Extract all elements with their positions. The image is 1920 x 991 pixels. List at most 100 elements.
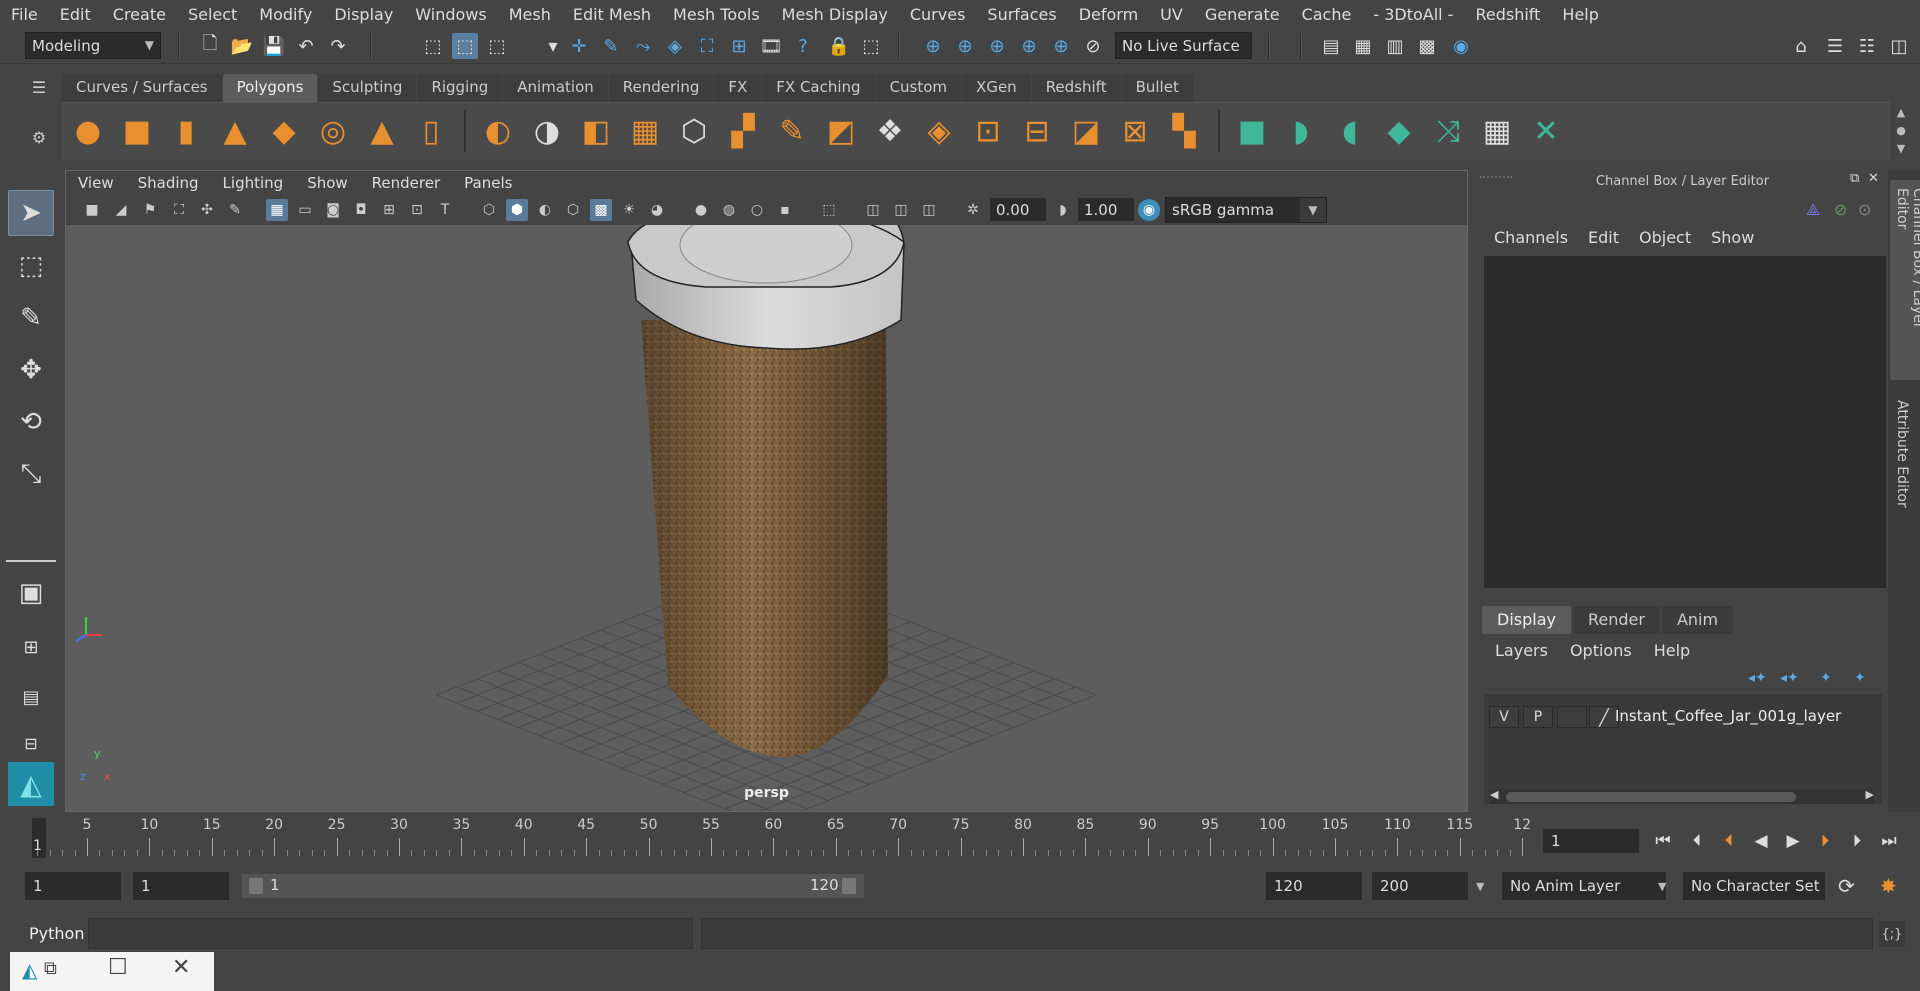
shelf-menu-icon[interactable]: ☰ xyxy=(27,78,51,102)
restore-icon[interactable]: ⧉ xyxy=(44,958,57,979)
magnet-icon[interactable]: ⊕ xyxy=(920,33,946,59)
viewport-menu-renderer[interactable]: Renderer xyxy=(360,174,452,192)
depth-of-field-icon[interactable]: ▪ xyxy=(774,199,796,221)
snap-curve-icon[interactable]: ✎ xyxy=(598,33,624,59)
layer-tab-anim[interactable]: Anim xyxy=(1661,606,1734,634)
safe-title-icon[interactable]: T xyxy=(434,199,456,221)
manipulator-icon[interactable]: ⟁ xyxy=(1806,200,1820,220)
channelbox-icon[interactable]: ◫ xyxy=(1886,33,1912,59)
layer-name[interactable]: Instant_Coffee_Jar_001g_layer xyxy=(1615,707,1841,725)
xray-components-icon[interactable]: ◫ xyxy=(918,199,940,221)
grease-pencil-icon[interactable]: ✎ xyxy=(224,199,246,221)
viewport-menu-show[interactable]: Show xyxy=(295,174,359,192)
menu-edit[interactable]: Edit xyxy=(49,5,102,24)
menu-uv[interactable]: UV xyxy=(1149,5,1194,24)
menu-surfaces[interactable]: Surfaces xyxy=(976,5,1067,24)
menu-mesh-display[interactable]: Mesh Display xyxy=(771,5,899,24)
step-back-icon[interactable]: ⏴ xyxy=(1684,828,1710,854)
3d-viewport[interactable] xyxy=(66,206,1467,826)
menu-edit-mesh[interactable]: Edit Mesh xyxy=(562,5,662,24)
poly-cone-icon[interactable]: ▲ xyxy=(215,110,255,152)
layer-menu-help[interactable]: Help xyxy=(1643,641,1701,660)
play-backwards-icon[interactable]: ◀ xyxy=(1748,828,1774,854)
exposure-field[interactable]: 0.00 xyxy=(990,198,1046,221)
snap-polygon-icon[interactable]: ⊕ xyxy=(1048,33,1074,59)
channel-box-area[interactable] xyxy=(1484,256,1886,588)
screen-space-ao-icon[interactable]: ● xyxy=(690,199,712,221)
select-highlight-icon[interactable]: ⬚ xyxy=(858,33,884,59)
layout-toggle-icon[interactable]: ⊟ xyxy=(8,720,54,766)
range-start-handle[interactable] xyxy=(249,878,263,894)
layer-menu-layers[interactable]: Layers xyxy=(1484,641,1559,660)
side-tab-attribute-editor[interactable]: Attribute Editor xyxy=(1890,392,1914,522)
anim-layer-select[interactable]: No Anim Layer xyxy=(1502,872,1666,900)
menu-deform[interactable]: Deform xyxy=(1068,5,1149,24)
range-slider[interactable] xyxy=(242,874,864,898)
menu-generate[interactable]: Generate xyxy=(1194,5,1291,24)
wireframe-on-shaded-icon[interactable]: ⬡ xyxy=(562,199,584,221)
play-forwards-icon[interactable]: ▶ xyxy=(1780,828,1806,854)
new-layer-selected-icon[interactable]: ✦ xyxy=(1854,670,1866,686)
new-empty-layer-icon[interactable]: ✦ xyxy=(1820,670,1832,686)
offset-edge-loop-icon[interactable]: ◪ xyxy=(1066,110,1106,152)
auto-key-icon[interactable]: ⟳ xyxy=(1838,872,1855,900)
camera-icon[interactable]: ■ xyxy=(81,199,103,221)
command-input[interactable] xyxy=(88,918,693,949)
poly-sphere-icon[interactable]: ● xyxy=(68,110,108,152)
gamma-field[interactable]: 1.00 xyxy=(1078,198,1134,221)
poly-pyramid-icon[interactable]: ▲ xyxy=(362,110,402,152)
playback-end-field[interactable]: 120 xyxy=(1266,872,1362,900)
bookmark-icon[interactable]: ⚑ xyxy=(139,199,161,221)
close-icon[interactable]: ✕ xyxy=(172,955,190,980)
workspace-icon[interactable]: ⌂ xyxy=(1788,33,1814,59)
mode-selector[interactable]: Modeling ▼ xyxy=(25,32,161,59)
shelf-tab-xgen[interactable]: XGen xyxy=(962,74,1031,102)
shelf-tab-custom[interactable]: Custom xyxy=(875,74,962,102)
channel-box-menu-channels[interactable]: Channels xyxy=(1484,228,1578,247)
smooth-icon[interactable]: ▦ xyxy=(625,110,665,152)
four-view-layout-icon[interactable]: ⊞ xyxy=(8,624,54,670)
bridge-icon[interactable]: ❖ xyxy=(870,110,910,152)
shelf-tab-curves-surfaces[interactable]: Curves / Surfaces xyxy=(62,74,222,102)
chevron-down-icon[interactable]: ▼ xyxy=(1476,872,1490,900)
target-weld-icon[interactable]: ⊠ xyxy=(1115,110,1155,152)
layer-display-type-toggle[interactable] xyxy=(1557,706,1587,728)
shadows-icon[interactable]: ◕ xyxy=(646,199,668,221)
xray-icon[interactable]: ◫ xyxy=(862,199,884,221)
toolsettings-icon[interactable]: ☷ xyxy=(1854,33,1880,59)
script-language-toggle[interactable]: Python xyxy=(29,924,84,943)
extrude-icon[interactable]: ◩ xyxy=(821,110,861,152)
redo-icon[interactable]: ↷ xyxy=(325,33,351,59)
character-set-select[interactable]: No Character Set xyxy=(1683,872,1825,900)
select-object-icon[interactable]: ⬚ xyxy=(452,33,478,59)
wireframe-icon[interactable]: ⬡ xyxy=(478,199,500,221)
textured-icon[interactable]: ▩ xyxy=(590,199,612,221)
snap-view-plane-icon[interactable]: ◈ xyxy=(662,33,688,59)
select-tool-arrow-icon[interactable]: ➤ xyxy=(8,190,54,236)
safe-action-icon[interactable]: ⊡ xyxy=(406,199,428,221)
menu-create[interactable]: Create xyxy=(102,5,177,24)
shelf-tab-polygons[interactable]: Polygons xyxy=(222,74,318,102)
viewport-menu-view[interactable]: View xyxy=(66,174,126,192)
channel-box-menu-edit[interactable]: Edit xyxy=(1578,228,1629,247)
field-chart-icon[interactable]: ⊞ xyxy=(378,199,400,221)
float-window-icon[interactable]: ⧉ xyxy=(1850,171,1866,187)
save-scene-icon[interactable]: 💾 xyxy=(261,33,287,59)
move-tool-icon[interactable]: ✥ xyxy=(8,347,54,393)
current-frame-field[interactable]: 1 xyxy=(1543,829,1639,853)
exposure-icon[interactable]: ✲ xyxy=(962,199,984,221)
render-view-icon[interactable]: 🎞 xyxy=(758,33,784,59)
new-scene-icon[interactable]: 🗋 xyxy=(197,33,223,59)
smooth-shade-icon[interactable]: ⬢ xyxy=(506,199,528,221)
shelf-tab-rigging[interactable]: Rigging xyxy=(417,74,503,102)
undo-icon[interactable]: ↶ xyxy=(293,33,319,59)
automatic-mapping-icon[interactable]: ◆ xyxy=(1379,110,1419,152)
select-hierarchy-icon[interactable]: ⬚ xyxy=(420,33,446,59)
step-forward-key-icon[interactable]: ⏵ xyxy=(1812,828,1838,854)
step-forward-icon[interactable]: ⏵ xyxy=(1844,828,1870,854)
shelf-tab-fx[interactable]: FX xyxy=(714,74,762,102)
shelf-settings-gear-icon[interactable]: ⚙ xyxy=(27,128,51,152)
snap-align-icon[interactable]: ⊕ xyxy=(984,33,1010,59)
layer-tab-render[interactable]: Render xyxy=(1572,606,1660,634)
menu-windows[interactable]: Windows xyxy=(404,5,497,24)
